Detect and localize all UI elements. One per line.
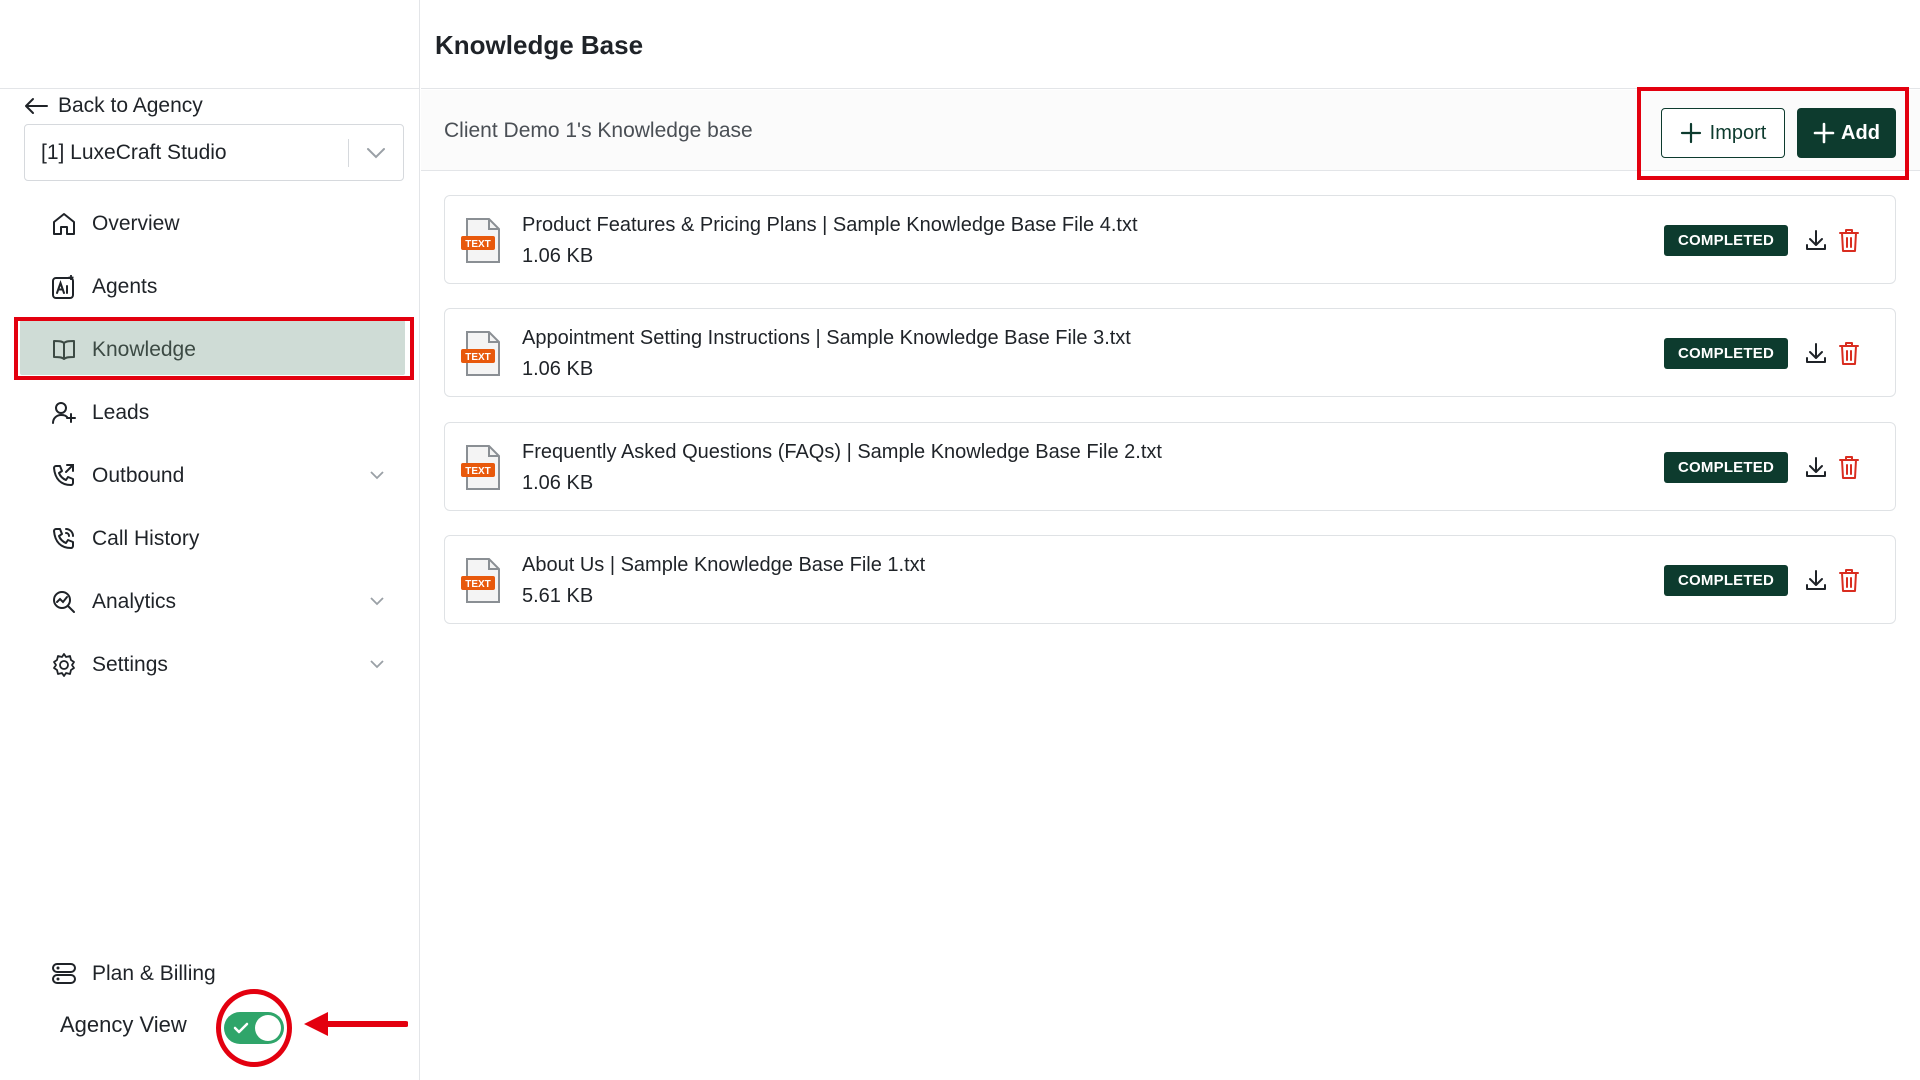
sidebar-nav: Overview Agents Knowledge Leads Outbound… — [0, 192, 420, 696]
sidebar-item-leads[interactable]: Leads — [0, 381, 420, 444]
sidebar-item-outbound[interactable]: Outbound — [0, 444, 420, 507]
gear-icon — [50, 651, 78, 679]
annotation-highlight-buttons — [1637, 87, 1909, 180]
sidebar-item-overview[interactable]: Overview — [0, 192, 420, 255]
sidebar-item-call-history[interactable]: Call History — [0, 507, 420, 570]
main-header — [421, 0, 1920, 89]
plan-billing-link[interactable]: Plan & Billing — [50, 960, 216, 988]
text-file-icon: TEXT — [461, 558, 500, 603]
text-file-icon: TEXT — [461, 331, 500, 376]
file-size: 5.61 KB — [522, 585, 594, 607]
status-badge: COMPLETED — [1664, 225, 1788, 256]
ai-agent-icon — [50, 273, 78, 301]
billing-icon — [52, 963, 76, 984]
file-type-label: TEXT — [465, 579, 491, 590]
file-card[interactable]: TEXT About Us | Sample Knowledge Base Fi… — [444, 535, 1896, 624]
download-icon[interactable] — [1804, 228, 1828, 252]
trash-icon[interactable] — [1838, 340, 1860, 366]
annotation-circle-toggle — [216, 989, 292, 1067]
file-size: 1.06 KB — [522, 358, 594, 380]
home-icon — [50, 210, 78, 238]
trash-icon[interactable] — [1838, 227, 1860, 253]
client-select-value: [1] LuxeCraft Studio — [41, 140, 227, 164]
sidebar-item-analytics[interactable]: Analytics — [0, 570, 420, 633]
file-card[interactable]: TEXT Frequently Asked Questions (FAQs) |… — [444, 422, 1896, 511]
trash-icon[interactable] — [1838, 454, 1860, 480]
file-type-label: TEXT — [465, 352, 491, 363]
chevron-down-icon — [370, 597, 384, 606]
download-icon[interactable] — [1804, 455, 1828, 479]
chevron-down-icon — [370, 660, 384, 669]
sidebar-item-label: Call History — [92, 526, 200, 550]
sidebar-item-label: Settings — [92, 652, 168, 676]
file-type-label: TEXT — [465, 466, 491, 477]
file-size: 1.06 KB — [522, 245, 594, 267]
page-title: Knowledge Base — [435, 30, 644, 60]
user-plus-icon — [50, 399, 78, 427]
sidebar-header — [0, 0, 419, 89]
plan-billing-label: Plan & Billing — [92, 962, 216, 985]
file-name: Frequently Asked Questions (FAQs) | Samp… — [522, 441, 1162, 463]
back-to-agency-label: Back to Agency — [58, 94, 203, 117]
chevron-down-icon — [367, 148, 385, 159]
arrow-left-icon — [25, 98, 48, 114]
status-badge: COMPLETED — [1664, 565, 1788, 596]
file-name: About Us | Sample Knowledge Base File 1.… — [522, 554, 926, 576]
file-name: Appointment Setting Instructions | Sampl… — [522, 327, 1131, 349]
text-file-icon: TEXT — [461, 445, 500, 490]
phone-outgoing-icon — [50, 462, 78, 490]
client-select[interactable]: [1] LuxeCraft Studio — [24, 124, 404, 181]
chevron-down-icon — [370, 471, 384, 480]
sidebar-item-agents[interactable]: Agents — [0, 255, 420, 318]
sidebar-item-label: Agents — [92, 274, 158, 298]
download-icon[interactable] — [1804, 341, 1828, 365]
text-file-icon: TEXT — [461, 218, 500, 263]
analytics-icon — [50, 588, 78, 616]
trash-icon[interactable] — [1838, 567, 1860, 593]
status-badge: COMPLETED — [1664, 338, 1788, 369]
sidebar-item-label: Overview — [92, 211, 180, 235]
select-divider — [348, 139, 349, 167]
back-to-agency-link[interactable]: Back to Agency — [24, 94, 203, 118]
download-icon[interactable] — [1804, 568, 1828, 592]
file-card[interactable]: TEXT Appointment Setting Instructions | … — [444, 308, 1896, 397]
sidebar-item-label: Leads — [92, 400, 150, 424]
file-size: 1.06 KB — [522, 472, 594, 494]
status-badge: COMPLETED — [1664, 452, 1788, 483]
sidebar-item-settings[interactable]: Settings — [0, 633, 420, 696]
annotation-arrow-icon — [304, 1012, 408, 1036]
file-type-label: TEXT — [465, 239, 491, 250]
phone-history-icon — [50, 525, 78, 553]
annotation-highlight-knowledge — [14, 317, 414, 380]
file-name: Product Features & Pricing Plans | Sampl… — [522, 214, 1138, 236]
sidebar-item-label: Analytics — [92, 589, 177, 613]
agency-view-label: Agency View — [60, 1012, 187, 1037]
knowledge-base-title: Client Demo 1's Knowledge base — [444, 119, 753, 142]
sidebar-item-label: Outbound — [92, 463, 185, 487]
file-card[interactable]: TEXT Product Features & Pricing Plans | … — [444, 195, 1896, 284]
